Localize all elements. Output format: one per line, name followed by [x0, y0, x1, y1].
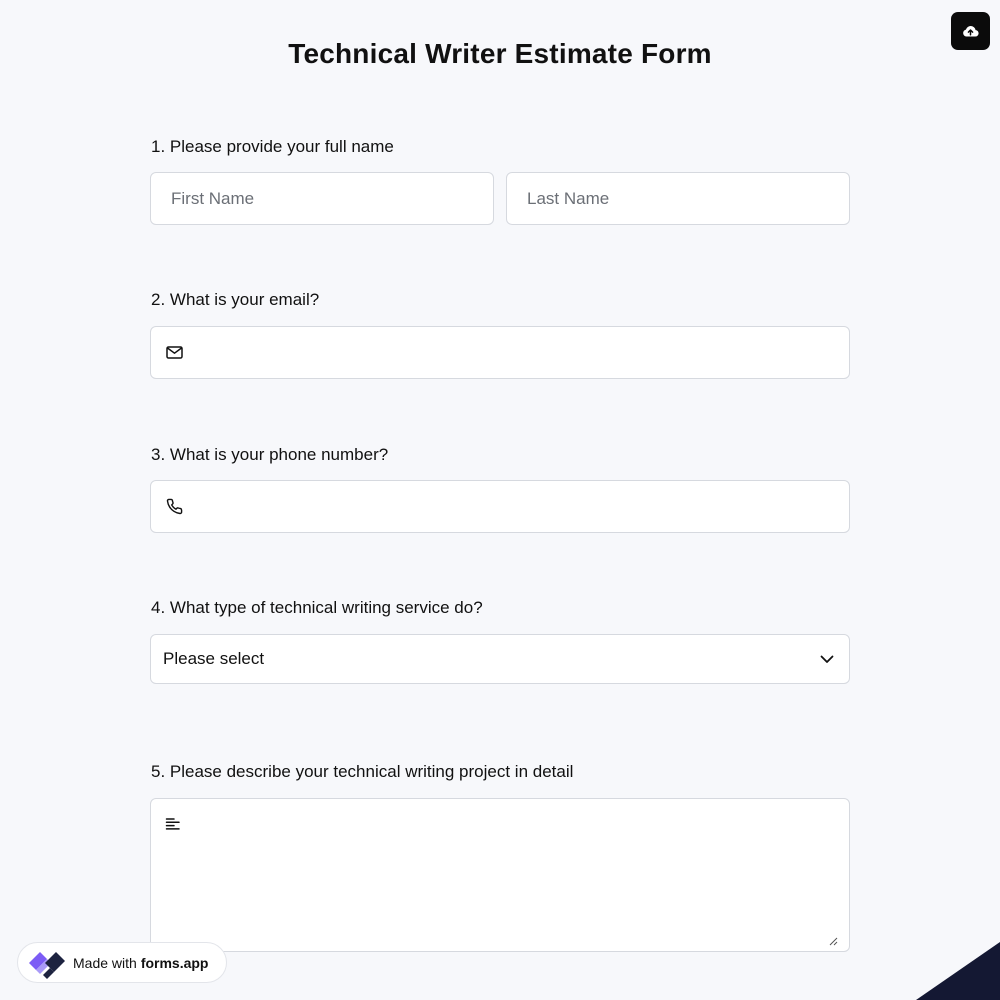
last-name-input[interactable]	[507, 173, 849, 224]
service-type-select[interactable]: Please select	[150, 634, 850, 684]
made-with-badge[interactable]: Made with forms.app	[17, 942, 227, 983]
mail-icon	[165, 344, 183, 362]
brand-name: forms.app	[140, 954, 209, 971]
cloud-upload-icon	[963, 26, 979, 37]
first-name-input[interactable]	[151, 173, 493, 224]
q2-label: 2. What is your email?	[151, 290, 320, 309]
email-input[interactable]	[151, 327, 849, 378]
phone-input[interactable]	[151, 481, 849, 532]
resize-handle[interactable]	[828, 933, 838, 946]
text-align-left-icon	[165, 816, 183, 834]
first-name-field-container	[150, 172, 494, 225]
page-title: Technical Writer Estimate Form	[288, 38, 712, 69]
q1-label: 1. Please provide your full name	[151, 137, 394, 156]
project-description-textarea[interactable]	[150, 798, 850, 952]
q5-label: 5. Please describe your technical writin…	[151, 762, 574, 781]
select-value: Please select	[163, 649, 265, 668]
upload-button[interactable]	[951, 12, 990, 50]
corner-decoration	[916, 942, 1000, 1000]
forms-app-logo-icon	[27, 946, 67, 980]
made-with-text: Made with	[73, 954, 137, 971]
chevron-down-icon	[819, 651, 835, 667]
last-name-field-container	[506, 172, 850, 225]
q3-label: 3. What is your phone number?	[151, 445, 389, 464]
email-field-container	[150, 326, 850, 379]
phone-field-container	[150, 480, 850, 533]
phone-icon	[165, 498, 183, 516]
q4-label: 4. What type of technical writing servic…	[151, 598, 483, 617]
